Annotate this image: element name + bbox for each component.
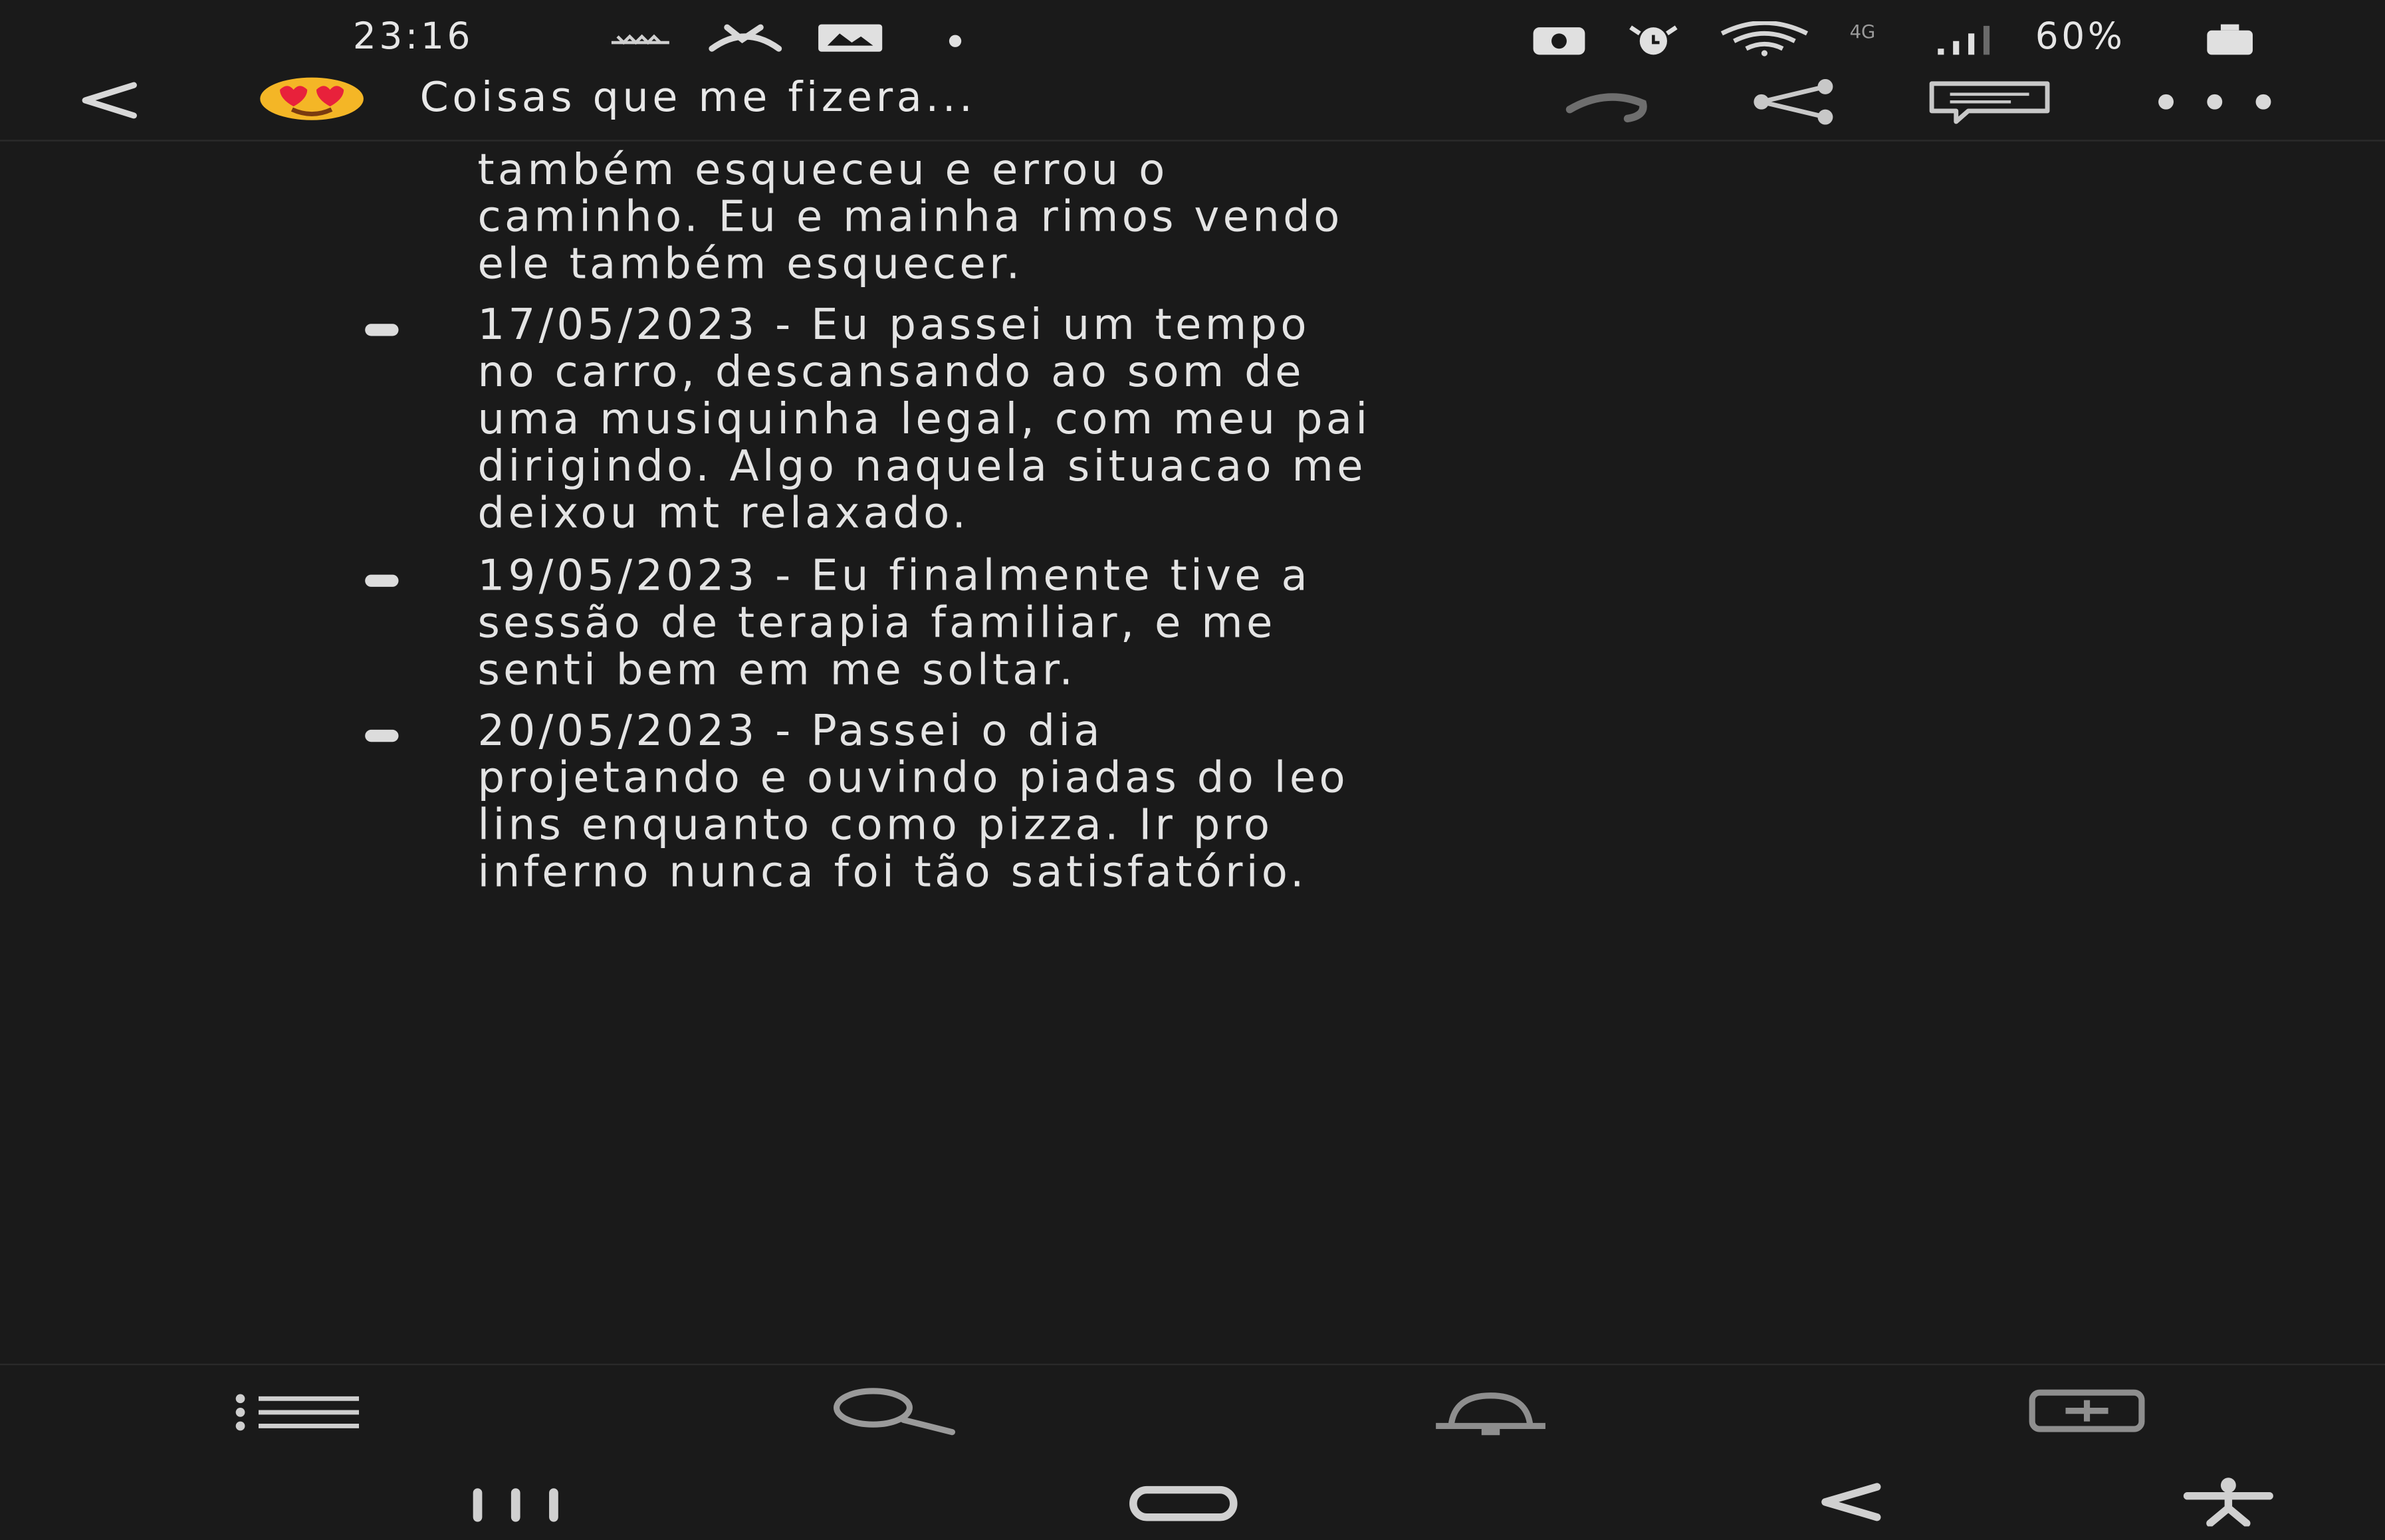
note-line: dirigindo. Algo naquela situacao me (477, 441, 1367, 491)
note-line: inferno nunca foi tão satisfatório. (477, 847, 1307, 897)
search-icon[interactable] (828, 1386, 961, 1438)
back-arrow-icon[interactable] (73, 76, 143, 124)
note-line: senti bem em me soltar. (477, 644, 1077, 695)
system-nav-bar (0, 1462, 2385, 1540)
list-item-text: 20/05/2023 - Passei o dia projetando e o… (478, 707, 1349, 896)
note-line: deixou mt relaxado. (477, 488, 970, 538)
note-line: também esqueceu e errou o (477, 144, 1169, 195)
list-item-text: 17/05/2023 - Eu passei um tempo no carro… (478, 301, 1371, 537)
note-line: projetando e ouvindo piadas do leo (477, 752, 1349, 803)
note-line: caminho. Eu e mainha rimos vendo (477, 191, 1343, 242)
back-icon[interactable] (1813, 1475, 1889, 1527)
heart-eyes-emoji-icon (260, 77, 364, 120)
editor-toolbar (0, 1363, 2385, 1463)
alarm-icon (1629, 25, 1678, 55)
weather-icon (611, 34, 669, 45)
note-line: 19/05/2023 - Eu finalmente tive a (477, 550, 1311, 601)
status-time: 23:16 (352, 15, 474, 58)
wifi-icon (1720, 21, 1809, 56)
list-format-icon[interactable] (231, 1386, 365, 1438)
note-line: no carro, descansando ao som de (477, 346, 1305, 397)
more-icon[interactable] (2151, 79, 2279, 125)
note-line: sessão de terapia familiar, e me (477, 597, 1276, 648)
comment-icon[interactable] (1926, 79, 2053, 125)
network-type-label: 4G (1849, 21, 1876, 43)
accessibility-icon[interactable] (2178, 1475, 2279, 1527)
gallery-icon (818, 24, 883, 52)
note-line: uma musiquinha legal, com meu pai (477, 393, 1371, 444)
insert-icon[interactable] (2026, 1386, 2148, 1438)
missed-call-icon (709, 24, 782, 52)
camera-icon (1533, 27, 1585, 55)
dot-icon (949, 35, 962, 47)
battery-icon (2207, 24, 2253, 55)
bullet-icon (365, 729, 399, 742)
share-icon[interactable] (1750, 78, 1841, 125)
signal-icon (1938, 25, 1990, 55)
note-title[interactable]: Coisas que me fizera... (420, 74, 976, 122)
battery-percent: 60% (2035, 15, 2126, 58)
note-line: 20/05/2023 - Passei o dia (477, 705, 1103, 756)
list-item-text: 19/05/2023 - Eu finalmente tive a sessão… (478, 552, 1311, 693)
sync-icon[interactable] (1557, 79, 1654, 125)
reminder-bell-icon[interactable] (1426, 1386, 1554, 1438)
recent-apps-icon[interactable] (465, 1475, 566, 1527)
note-fragment: também esqueceu e errou o caminho. Eu e … (478, 146, 1343, 288)
note-line: 17/05/2023 - Eu passei um tempo (477, 299, 1310, 350)
home-icon[interactable] (1125, 1475, 1241, 1527)
note-content[interactable]: também esqueceu e errou o caminho. Eu e … (0, 140, 2385, 1363)
note-line: lins enquanto como pizza. Ir pro (477, 800, 1274, 850)
bullet-icon (365, 324, 399, 336)
note-line: ele também esquecer. (477, 239, 1024, 289)
bullet-icon (365, 574, 399, 587)
app-bar: Coisas que me fizera... (0, 60, 2385, 142)
